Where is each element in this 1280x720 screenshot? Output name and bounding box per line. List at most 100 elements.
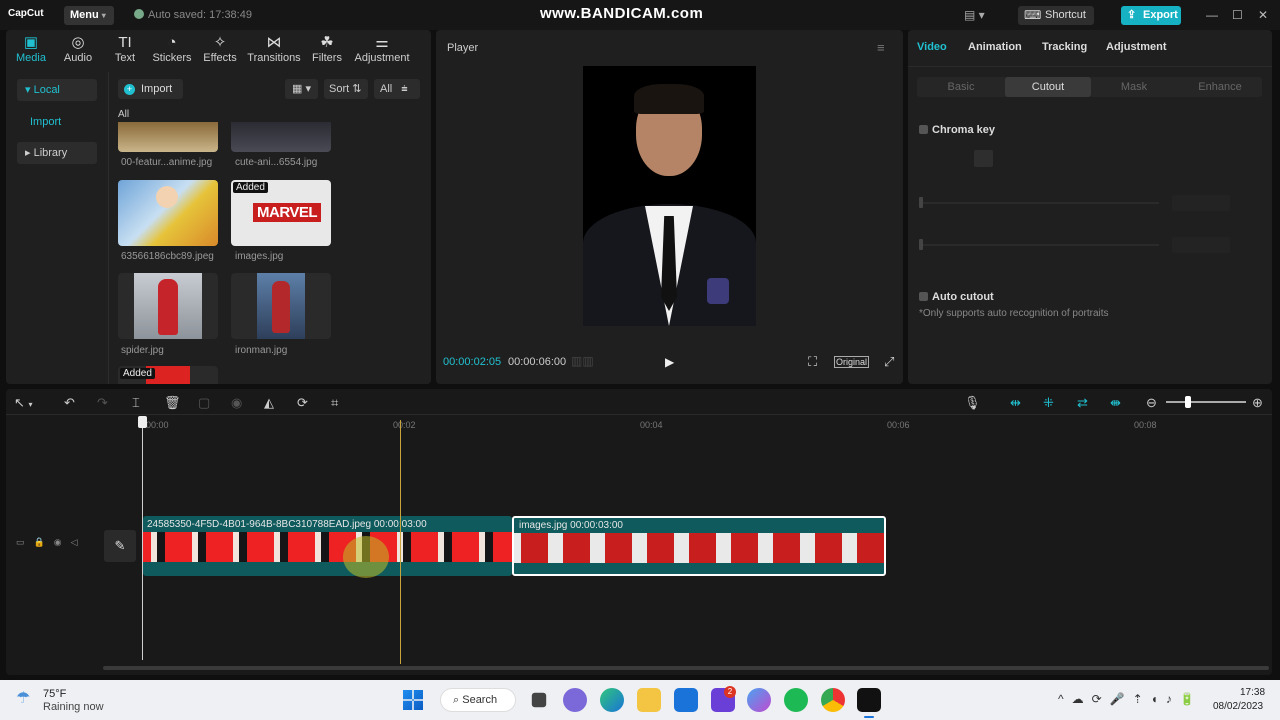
linkage-icon[interactable]: ⇄ — [1077, 395, 1088, 411]
tab-media[interactable]: ▣ Media — [7, 34, 55, 64]
tab-tracking[interactable]: Tracking — [1042, 41, 1087, 53]
chat-icon[interactable] — [563, 688, 587, 712]
tab-adjustment[interactable]: ⚌ Adjustment — [353, 34, 411, 64]
freeze-icon[interactable]: ▢ — [198, 395, 210, 411]
ratio-original-button[interactable]: Original — [834, 356, 870, 368]
main-track-magnet-icon[interactable]: ⇹ — [1010, 395, 1021, 411]
auto-cutout-toggle[interactable]: Auto cutout — [919, 291, 994, 303]
zoom-out-icon[interactable]: ⊖ — [1146, 395, 1157, 411]
tab-audio-label: Audio — [63, 52, 93, 64]
crop-icon[interactable]: ⌗ — [331, 395, 338, 411]
task-view-icon[interactable] — [531, 692, 547, 708]
tab-stickers[interactable]: ◔ Stickers — [148, 34, 196, 64]
tab-video[interactable]: Video — [917, 41, 947, 53]
taskbar-search[interactable]: ⌕ Search — [440, 688, 516, 712]
screenshot-icon[interactable]: ⛶ — [808, 354, 817, 370]
media-item-name: images.jpg — [235, 251, 284, 262]
portrait-hair — [634, 84, 704, 114]
sidebar-library-label: Library — [33, 147, 68, 159]
tab-filters[interactable]: ☘ Filters — [303, 34, 351, 64]
export-icon: ⇪ — [1127, 9, 1137, 21]
media-item[interactable] — [231, 273, 331, 339]
weather-temp[interactable]: 75°F — [43, 688, 66, 700]
search-icon: ⌕ — [453, 694, 460, 706]
cover-edit-button[interactable]: ✎ — [104, 530, 136, 562]
import-button[interactable]: + Import — [118, 79, 183, 99]
tab-adjustment-right[interactable]: Adjustment — [1106, 41, 1167, 53]
sidebar-item-library[interactable]: ▸ Library — [17, 142, 97, 164]
edge-icon[interactable] — [600, 688, 624, 712]
zoom-in-icon[interactable]: ⊕ — [1252, 395, 1263, 411]
tab-transitions-label: Transitions — [247, 52, 301, 64]
tab-audio[interactable]: ◎ Audio — [54, 34, 102, 64]
capcut-taskbar-icon[interactable] — [857, 688, 881, 712]
media-item[interactable] — [118, 180, 218, 246]
spotify-icon[interactable] — [784, 688, 808, 712]
image-clip[interactable]: images.jpg 00:00:03:00 — [512, 516, 886, 576]
play-icon[interactable]: ▶ — [665, 355, 674, 369]
reverse-icon[interactable]: ◉ — [231, 395, 242, 411]
delete-icon[interactable]: 🗑 — [164, 395, 181, 411]
sort-button[interactable]: Sort ⇅ — [324, 79, 368, 99]
rotate-icon[interactable]: ⟳ — [297, 395, 308, 411]
media-item[interactable]: Added — [118, 366, 218, 384]
tab-text[interactable]: TI Text — [101, 34, 149, 64]
media-item-name: spider.jpg — [121, 345, 164, 356]
menu-button[interactable]: Menu ▾ — [64, 6, 114, 25]
weather-icon[interactable]: ☂ — [16, 688, 30, 708]
bandicam-watermark: www.BANDICAM.com — [540, 5, 704, 22]
chroma-key-label: Chroma key — [932, 124, 995, 136]
subtab-mask[interactable]: Mask — [1091, 77, 1177, 97]
playhead-handle[interactable] — [138, 416, 147, 428]
sidebar-item-local[interactable]: ▾ Local — [17, 79, 97, 101]
export-button[interactable]: ⇪ Export — [1121, 6, 1181, 25]
select-tool-icon[interactable]: ↖ ▾ — [14, 395, 33, 411]
subtab-basic[interactable]: Basic — [918, 77, 1004, 97]
slider-handle — [919, 197, 923, 208]
video-clip[interactable]: 24585350-4F5D-4B01-964B-8BC310788EAD.jpe… — [143, 516, 512, 576]
microphone-icon[interactable]: 🎙 — [964, 395, 981, 411]
chrome-icon[interactable] — [821, 688, 845, 712]
zoom-slider-handle[interactable] — [1185, 396, 1191, 408]
chroma-key-toggle[interactable]: Chroma key — [919, 124, 995, 136]
filter-all-button[interactable]: All ⩧ — [374, 79, 420, 99]
tab-effects[interactable]: ✧ Effects — [196, 34, 244, 64]
media-item[interactable] — [118, 122, 218, 152]
preview-axis-icon[interactable]: ⇼ — [1110, 395, 1121, 411]
windows-start-icon[interactable] — [403, 690, 423, 710]
auto-snap-icon[interactable]: ⁜ — [1043, 395, 1054, 411]
clock-time[interactable]: 17:38 — [1240, 687, 1265, 698]
player-menu-icon[interactable]: ≡ — [877, 40, 885, 55]
playhead[interactable] — [400, 420, 401, 664]
sidebar-item-import[interactable]: Import — [30, 116, 61, 128]
filters-icon: ☘ — [320, 34, 334, 51]
media-item[interactable] — [118, 273, 218, 339]
media-item[interactable] — [231, 122, 331, 152]
layout-icon[interactable]: ▤ ▾ — [964, 8, 985, 22]
undo-icon[interactable]: ↶ — [64, 395, 75, 411]
copilot-icon[interactable] — [747, 688, 771, 712]
split-icon[interactable]: ⌶ — [132, 395, 140, 411]
player-preview — [583, 66, 756, 326]
close-icon[interactable]: ✕ — [1258, 8, 1268, 22]
subtab-enhance[interactable]: Enhance — [1177, 77, 1263, 97]
shortcut-button[interactable]: ⌨ Shortcut — [1018, 6, 1094, 25]
media-item[interactable]: MARVEL Added — [231, 180, 331, 246]
maximize-icon[interactable]: ☐ — [1232, 8, 1243, 22]
system-tray-icons[interactable]: ^☁⟳🎤⇡◖♪🔋 — [1058, 692, 1203, 706]
timeline-scrollbar[interactable] — [103, 666, 1269, 670]
zoom-slider[interactable] — [1166, 401, 1246, 403]
minimize-icon[interactable]: — — [1206, 8, 1218, 22]
clock-date[interactable]: 08/02/2023 — [1213, 701, 1263, 712]
file-explorer-icon[interactable] — [637, 688, 661, 712]
subtab-cutout[interactable]: Cutout — [1005, 77, 1091, 97]
redo-icon[interactable]: ↷ — [97, 395, 108, 411]
mirror-icon[interactable]: ◭ — [264, 395, 274, 411]
tab-transitions[interactable]: ⋈ Transitions — [246, 34, 302, 64]
track-header: ▭🔒◉◁ — [16, 537, 87, 547]
fullscreen-icon[interactable]: ⤢ — [884, 354, 894, 370]
tab-animation[interactable]: Animation — [968, 41, 1022, 53]
weather-desc[interactable]: Raining now — [43, 701, 104, 713]
mail-icon[interactable] — [674, 688, 698, 712]
view-toggle-button[interactable]: ▦ ▾ — [285, 79, 318, 99]
